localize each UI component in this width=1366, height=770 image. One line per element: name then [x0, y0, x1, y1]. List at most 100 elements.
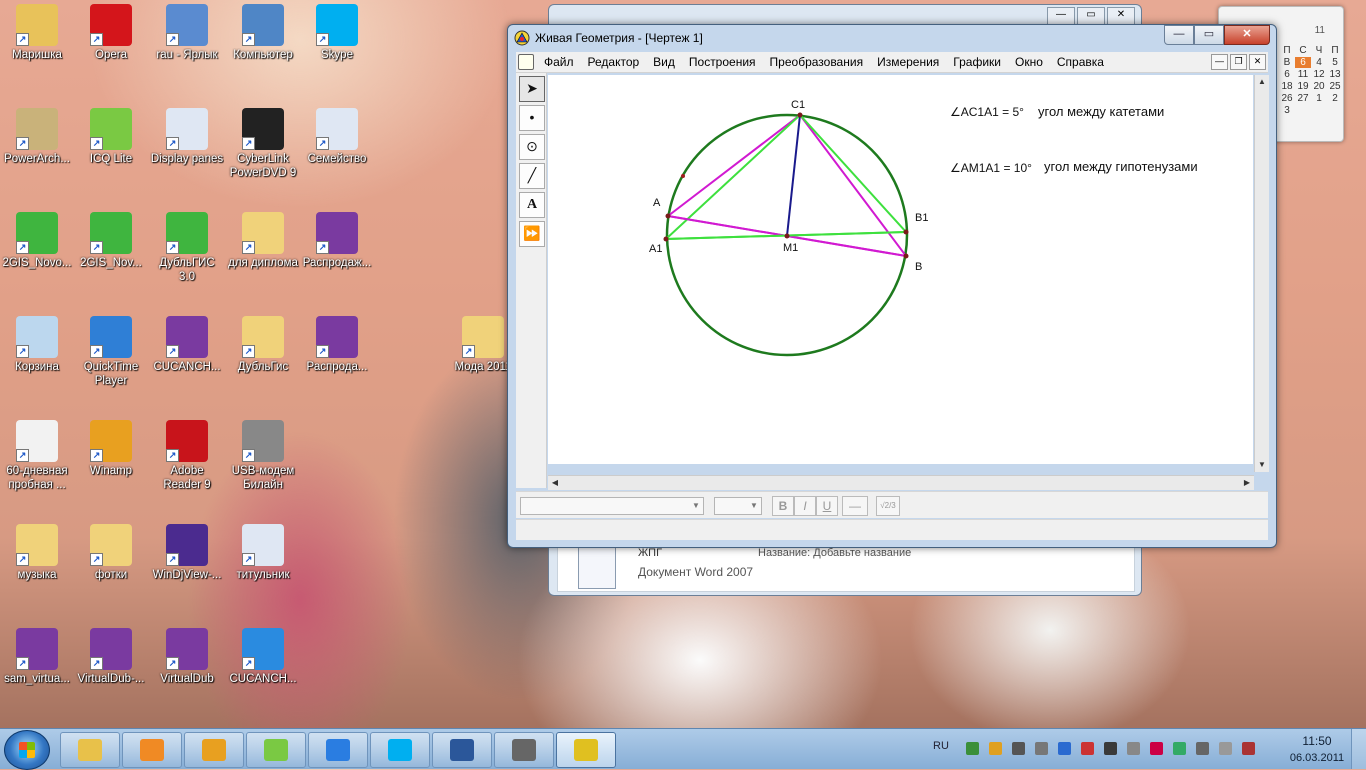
- underline-button[interactable]: U: [816, 496, 838, 516]
- calendar-day[interactable]: 20: [1311, 81, 1327, 92]
- menu-item[interactable]: Справка: [1057, 55, 1111, 69]
- menu-item[interactable]: Построения: [689, 55, 763, 69]
- font-family-select[interactable]: ▼: [520, 497, 704, 515]
- line-style-button[interactable]: —: [842, 496, 868, 516]
- taskbar-button-live-geometry[interactable]: [556, 732, 616, 768]
- tray-icon[interactable]: [1150, 742, 1163, 755]
- tray-icon[interactable]: [989, 742, 1002, 755]
- desktop-shortcut[interactable]: ↗ Winamp: [74, 420, 148, 478]
- maximize-button[interactable]: ▭: [1194, 25, 1224, 45]
- menu-item[interactable]: Окно: [1015, 55, 1050, 69]
- minimize-icon[interactable]: —: [1047, 7, 1075, 25]
- desktop-shortcut[interactable]: ↗ Skype: [300, 4, 374, 62]
- text-tool-icon[interactable]: A: [519, 192, 545, 218]
- desktop-shortcut[interactable]: ↗ CUCANCH...: [226, 628, 300, 686]
- font-size-select[interactable]: ▼: [714, 497, 762, 515]
- taskbar-button-winamp[interactable]: [184, 732, 244, 768]
- desktop-shortcut[interactable]: ↗ Распрода...: [300, 316, 374, 374]
- tray-icon[interactable]: [1196, 742, 1209, 755]
- calendar-day[interactable]: 13: [1327, 69, 1343, 80]
- live-geometry-window[interactable]: Живая Геометрия - [Чертеж 1] — ▭ ✕ Файл Р…: [507, 24, 1277, 548]
- taskbar-button-usb-modem[interactable]: [494, 732, 554, 768]
- taskbar-button-word[interactable]: [432, 732, 492, 768]
- measurement-angle-am1a1[interactable]: ∠AM1A1 = 10°: [950, 161, 1032, 175]
- document-item[interactable]: ЖПГ Название: Добавьте название Документ…: [557, 542, 1135, 592]
- line-tool-icon[interactable]: ╱: [519, 163, 545, 189]
- italic-button[interactable]: I: [794, 496, 816, 516]
- menu-item[interactable]: Измерения: [877, 55, 946, 69]
- caption-legs-angle[interactable]: угол между катетами: [1038, 104, 1164, 119]
- desktop-shortcut[interactable]: ↗ Распродаж...: [300, 212, 374, 270]
- taskbar-button-skype[interactable]: [370, 732, 430, 768]
- desktop-shortcut[interactable]: ↗ 2GIS_Novo...: [0, 212, 74, 270]
- point-tool-icon[interactable]: •: [519, 105, 545, 131]
- mdi-minimize-icon[interactable]: —: [1211, 54, 1228, 70]
- desktop-shortcut[interactable]: ↗ sam_virtua...: [0, 628, 74, 686]
- calendar-day[interactable]: 5: [1327, 57, 1343, 68]
- calendar-day[interactable]: 4: [1311, 57, 1327, 68]
- scroll-left-icon[interactable]: ◀: [548, 476, 562, 490]
- desktop-shortcut[interactable]: ↗ Adobe Reader 9: [150, 420, 224, 492]
- desktop-shortcut[interactable]: ↗ музыка: [0, 524, 74, 582]
- geometry-drawing[interactable]: [548, 75, 1253, 464]
- menu-item[interactable]: Редактор: [588, 55, 647, 69]
- menu-item[interactable]: Преобразования: [770, 55, 871, 69]
- desktop-shortcut[interactable]: ↗ 2GIS_Nov...: [74, 212, 148, 270]
- measurement-angle-ac1a1[interactable]: ∠AC1A1 = 5°: [950, 105, 1024, 119]
- calendar-day[interactable]: 2: [1327, 93, 1343, 104]
- compass-tool-icon[interactable]: ⊙: [519, 134, 545, 160]
- title-bar[interactable]: Живая Геометрия - [Чертеж 1] — ▭ ✕: [508, 25, 1276, 51]
- desktop-shortcut[interactable]: ↗ rau - Ярлык: [150, 4, 224, 62]
- close-button[interactable]: ✕: [1224, 25, 1270, 45]
- menu-item[interactable]: Вид: [653, 55, 682, 69]
- calendar-day[interactable]: 27: [1295, 93, 1311, 104]
- calendar-day[interactable]: 26: [1279, 93, 1295, 104]
- caption-hypotenuse-angle[interactable]: угол между гипотенузами: [1044, 159, 1198, 174]
- calendar-day[interactable]: П: [1327, 45, 1343, 56]
- desktop-shortcut[interactable]: ↗ Display panes: [150, 108, 224, 166]
- tray-icon[interactable]: [1173, 742, 1186, 755]
- desktop-shortcut[interactable]: ↗ для диплома: [226, 212, 300, 270]
- maximize-icon[interactable]: ▭: [1077, 7, 1105, 25]
- tray-icon[interactable]: [1058, 742, 1071, 755]
- calendar-day[interactable]: 3: [1279, 105, 1295, 116]
- desktop-shortcut[interactable]: ↗ CUCANCH...: [150, 316, 224, 374]
- desktop-shortcut[interactable]: ↗ USB-модем Билайн: [226, 420, 300, 492]
- tray-icon[interactable]: [1104, 742, 1117, 755]
- taskbar-button-internet-explorer[interactable]: [308, 732, 368, 768]
- calendar-day[interactable]: 18: [1279, 81, 1295, 92]
- mdi-restore-icon[interactable]: ❐: [1230, 54, 1247, 70]
- tray-icon[interactable]: [1035, 742, 1048, 755]
- language-indicator[interactable]: RU: [933, 740, 949, 752]
- desktop-shortcut[interactable]: ↗ VirtualDub-...: [74, 628, 148, 686]
- calendar-day[interactable]: В: [1279, 57, 1295, 68]
- menu-item[interactable]: Графики: [953, 55, 1008, 69]
- desktop-shortcut[interactable]: ↗ 60-дневная пробная ...: [0, 420, 74, 492]
- arrow-tool-icon[interactable]: ➤: [519, 76, 545, 102]
- taskbar-button-media-player[interactable]: [122, 732, 182, 768]
- desktop-shortcut[interactable]: ↗ Семейство: [300, 108, 374, 166]
- drawing-canvas[interactable]: C1 A A1 M1 B1 B ∠AC1A1 = 5° угол между к…: [548, 75, 1253, 464]
- taskbar-button-explorer[interactable]: [60, 732, 120, 768]
- tray-icon[interactable]: [1219, 742, 1232, 755]
- minimize-button[interactable]: —: [1164, 25, 1194, 45]
- vertical-scrollbar[interactable]: ▲ ▼: [1254, 75, 1269, 472]
- scroll-right-icon[interactable]: ▶: [1240, 476, 1254, 490]
- taskbar-button-icq[interactable]: [246, 732, 306, 768]
- clock[interactable]: 11:50 06.03.2011: [1288, 734, 1346, 764]
- start-button[interactable]: [4, 730, 50, 770]
- tray-icon[interactable]: [966, 742, 979, 755]
- custom-tool-icon[interactable]: ⏩: [519, 221, 545, 247]
- calendar-day[interactable]: Ч: [1311, 45, 1327, 56]
- tray-icon[interactable]: [1012, 742, 1025, 755]
- desktop-shortcut[interactable]: ↗ WinDjView-...: [150, 524, 224, 582]
- bold-button[interactable]: B: [772, 496, 794, 516]
- show-desktop-button[interactable]: [1351, 729, 1366, 769]
- calendar-day[interactable]: 1: [1311, 93, 1327, 104]
- desktop-shortcut[interactable]: ↗ ДубльГис: [226, 316, 300, 374]
- desktop-shortcut[interactable]: ↗ Компьютер: [226, 4, 300, 62]
- desktop-shortcut[interactable]: ↗ QuickTime Player: [74, 316, 148, 388]
- calendar-day[interactable]: 6: [1279, 69, 1295, 80]
- calendar-day[interactable]: 19: [1295, 81, 1311, 92]
- document-icon[interactable]: [518, 54, 534, 70]
